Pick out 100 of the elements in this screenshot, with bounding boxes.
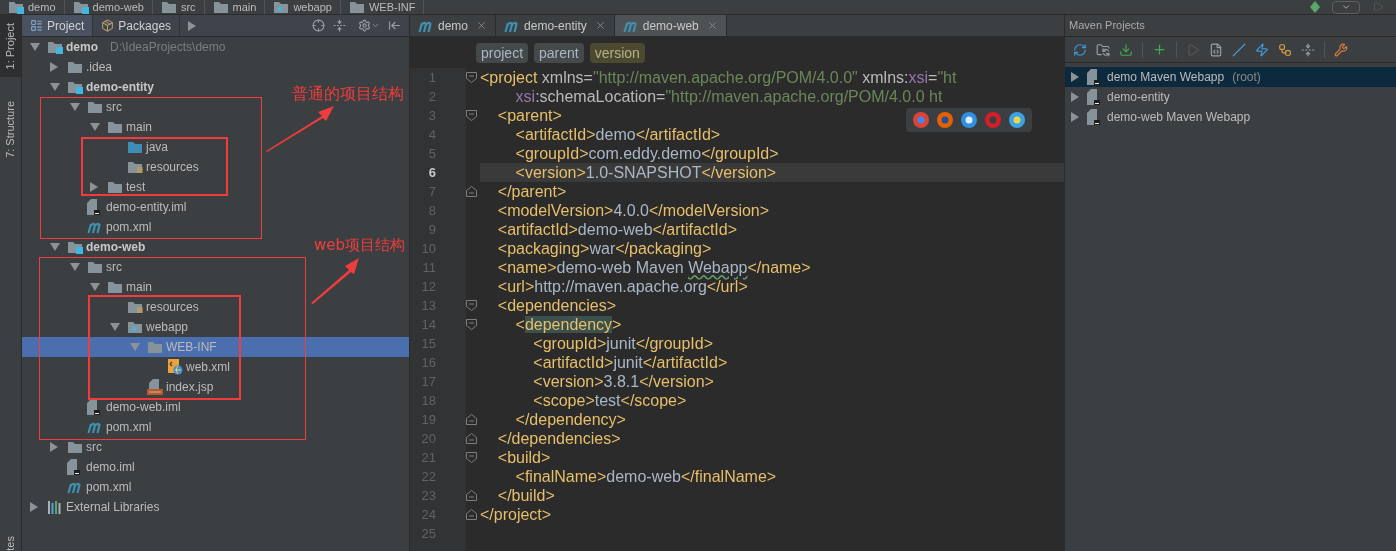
breadcrumb[interactable]: src: [152, 0, 205, 14]
crosshair-icon[interactable]: [312, 19, 325, 32]
collapse-icon[interactable]: [333, 19, 346, 32]
nodes-icon[interactable]: [1278, 42, 1292, 57]
tree-item[interactable]: demo.iml: [22, 457, 139, 477]
browser-icon[interactable]: [1008, 111, 1026, 129]
tree-item[interactable]: webapp: [22, 317, 193, 337]
fold-marker-icon[interactable]: [466, 72, 477, 83]
breadcrumb[interactable]: demo-web: [64, 0, 153, 14]
code-line: <modelVersion>4.0.0</modelVersion>: [496, 201, 770, 220]
wrench-icon[interactable]: [1334, 42, 1348, 57]
tree-item[interactable]: pom.xml: [22, 417, 156, 437]
down-triangle-icon[interactable]: [90, 283, 100, 291]
tree-item[interactable]: demo Maven Webapp (root): [1065, 67, 1396, 87]
tree-item[interactable]: src: [22, 97, 126, 117]
down-triangle-icon[interactable]: [70, 103, 80, 111]
slash-icon[interactable]: [1232, 42, 1246, 57]
code-line: <build>: [496, 448, 551, 467]
folder-icon: [147, 340, 163, 354]
tree-item[interactable]: demo-web: [22, 237, 150, 257]
tree-item[interactable]: pom.xml: [22, 217, 156, 237]
code-line: <dependencies>: [496, 296, 617, 315]
tree-item[interactable]: java: [22, 137, 172, 157]
annotation-arrow: [264, 104, 336, 154]
close-icon[interactable]: [594, 20, 606, 31]
fold-marker-icon[interactable]: [466, 509, 477, 520]
right-triangle-icon[interactable]: [1071, 72, 1079, 82]
hide-panel-icon[interactable]: [388, 19, 401, 32]
tree-item[interactable]: demo-entity: [1065, 87, 1396, 107]
browser-icon[interactable]: [960, 111, 978, 129]
tree-item[interactable]: main: [22, 277, 156, 297]
tree-item[interactable]: External Libraries: [22, 497, 164, 517]
tag-breadcrumb[interactable]: parent: [534, 42, 584, 63]
breadcrumb[interactable]: demo: [0, 0, 65, 14]
tree-item[interactable]: main: [22, 117, 156, 137]
right-triangle-icon[interactable]: [30, 502, 38, 512]
editor-tab[interactable]: demo-entity: [496, 15, 615, 36]
refresh-icon[interactable]: [1073, 42, 1087, 57]
fold-marker-icon[interactable]: [466, 186, 477, 197]
caret-icon[interactable]: [371, 21, 380, 30]
breadcrumb[interactable]: main: [204, 0, 266, 14]
panel-tab[interactable]: Project: [22, 15, 94, 36]
breadcrumb[interactable]: webapp: [265, 0, 341, 14]
right-triangle-icon[interactable]: [1071, 92, 1079, 102]
fold-marker-icon[interactable]: [466, 414, 477, 425]
settings-icon[interactable]: [358, 19, 371, 32]
code-line: <scope>test</scope>: [532, 391, 687, 410]
plus-icon[interactable]: [1152, 42, 1167, 57]
collapse-icon[interactable]: [1301, 42, 1315, 57]
tree-item[interactable]: pom.xml: [22, 477, 136, 497]
tree-item[interactable]: demo-entity.iml: [22, 197, 191, 217]
tree-item[interactable]: src: [22, 437, 106, 457]
tree-item[interactable]: resources: [22, 157, 203, 177]
fold-marker-icon[interactable]: [466, 490, 477, 501]
right-triangle-icon[interactable]: [188, 20, 197, 31]
tag-breadcrumb[interactable]: project: [476, 42, 529, 63]
tree-item[interactable]: demo-web.iml: [22, 397, 185, 417]
tree-item[interactable]: src: [22, 257, 126, 277]
right-triangle-icon[interactable]: [1071, 112, 1079, 122]
jsp-file-icon: [147, 379, 163, 395]
lightning-icon[interactable]: [1255, 42, 1269, 57]
breadcrumb[interactable]: WEB-INF: [340, 0, 425, 14]
close-icon[interactable]: [476, 20, 488, 31]
editor-tab[interactable]: demo: [410, 15, 497, 36]
fold-marker-icon[interactable]: [466, 300, 477, 311]
tree-item[interactable]: web.xml: [22, 357, 234, 377]
tool-window-tab[interactable]: tes: [2, 536, 19, 551]
fold-marker-icon[interactable]: [466, 110, 477, 121]
tool-window-tab[interactable]: 7: Structure: [0, 93, 21, 167]
down-triangle-icon[interactable]: [50, 243, 60, 251]
down-triangle-icon[interactable]: [30, 43, 40, 51]
fold-marker-icon[interactable]: [466, 433, 477, 444]
down-triangle-icon[interactable]: [50, 83, 60, 91]
fold-marker-icon[interactable]: [466, 319, 477, 330]
tree-item[interactable]: index.jsp: [22, 377, 218, 397]
tree-item[interactable]: demo-entity: [22, 77, 158, 97]
right-triangle-icon[interactable]: [50, 62, 58, 72]
fold-marker-icon[interactable]: [466, 452, 477, 463]
folder-sync-icon[interactable]: [1096, 42, 1110, 57]
tag-breadcrumb[interactable]: version: [589, 42, 645, 63]
close-icon[interactable]: [706, 20, 718, 31]
right-triangle-icon[interactable]: [90, 182, 98, 192]
down-triangle-icon[interactable]: [70, 263, 80, 271]
tool-window-tab[interactable]: 1: Project: [0, 15, 21, 78]
tree-item[interactable]: resources: [22, 297, 203, 317]
editor-tab[interactable]: demo-web: [614, 15, 727, 36]
tree-item[interactable]: demo-web Maven Webapp: [1065, 107, 1396, 127]
down-triangle-icon[interactable]: [110, 323, 120, 331]
download-icon[interactable]: [1119, 42, 1133, 57]
code-line: </build>: [496, 486, 555, 505]
status-indicator-icon[interactable]: [1310, 1, 1320, 13]
down-triangle-icon[interactable]: [90, 123, 100, 131]
source-folder-icon: [127, 140, 143, 154]
code-line: <artifactId>demo-web</artifactId>: [496, 220, 738, 239]
right-triangle-icon[interactable]: [50, 442, 58, 452]
document-icon[interactable]: [1209, 42, 1223, 57]
folder-icon: [67, 440, 83, 454]
tree-item[interactable]: demo D:\IdeaProjects\demo: [22, 37, 230, 57]
tree-item[interactable]: .idea: [22, 57, 117, 77]
tree-item[interactable]: test: [22, 177, 150, 197]
